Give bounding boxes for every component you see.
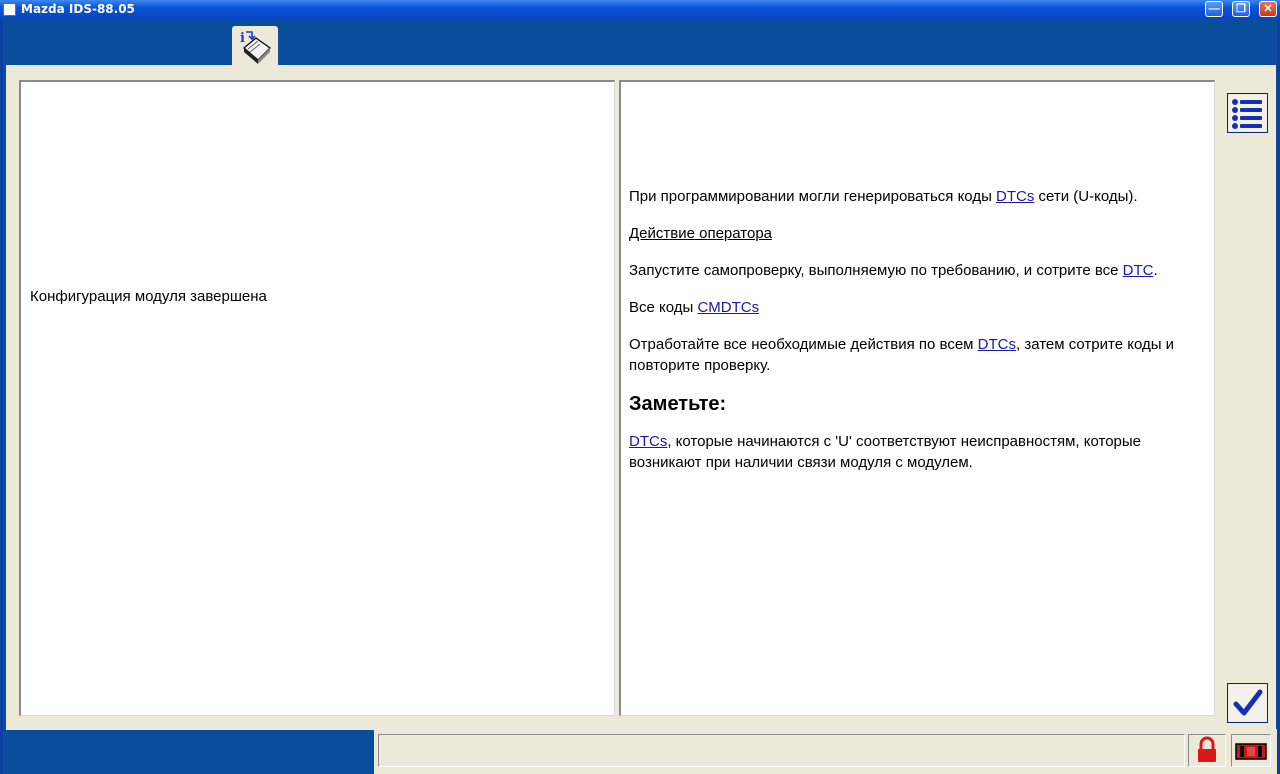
confirm-button[interactable] [1227,683,1268,723]
right-panel: При программировании могли генерироватьс… [619,80,1215,716]
list-icon [1229,95,1266,131]
module-config-status: Конфигурация модуля завершена [30,288,267,305]
dtcs-link-3[interactable]: DTCs [629,433,667,450]
maximize-button[interactable]: ❐ [1232,1,1250,17]
dtc-link[interactable]: DTC [1123,262,1154,279]
operator-action-heading: Действие оператора [629,225,772,242]
paragraph-u-codes: DTCs, которые начинаются с 'U' соответст… [629,433,1142,471]
contents-button[interactable] [1227,93,1268,133]
info-book-icon: i [240,31,271,64]
restore-icon: ❐ [1236,3,1246,15]
status-area-left [3,730,374,774]
window-title: Mazda IDS-88.05 [21,2,135,16]
close-icon: ✕ [1263,3,1273,15]
minimize-button[interactable]: — [1205,1,1223,17]
dtcs-link-2[interactable]: DTCs [978,336,1016,353]
close-button[interactable]: ✕ [1259,1,1277,17]
minimize-icon: — [1208,3,1220,15]
cmdtcs-link[interactable]: CMDTCs [697,299,759,316]
status-text-field [378,734,1185,767]
title-bar: Mazda IDS-88.05 — ❐ ✕ [0,0,1280,19]
paragraph-work-through: Отработайте все необходимые действия по … [629,336,1175,374]
instructions-text: При программировании могли генерироватьс… [629,186,1209,489]
paragraph-all-codes: Все коды CMDTCs [629,299,760,316]
dtcs-link[interactable]: DTCs [996,188,1034,205]
tab-info[interactable]: i [232,26,278,66]
window-border-left [0,19,3,774]
lock-icon [1198,736,1216,762]
vci-status[interactable] [1231,734,1271,767]
lock-status[interactable] [1188,734,1226,767]
checkmark-icon [1229,685,1266,721]
paragraph-network-codes: При программировании могли генерироватьс… [629,188,1138,205]
app-icon [3,3,16,16]
vci-icon [1235,743,1267,760]
tab-strip [3,19,1277,65]
left-panel: Конфигурация модуля завершена [19,80,615,716]
note-heading: Заметьте: [629,393,727,415]
svg-text:i: i [240,31,245,46]
paragraph-self-test: Запустите самопроверку, выполняемую по т… [629,262,1158,279]
